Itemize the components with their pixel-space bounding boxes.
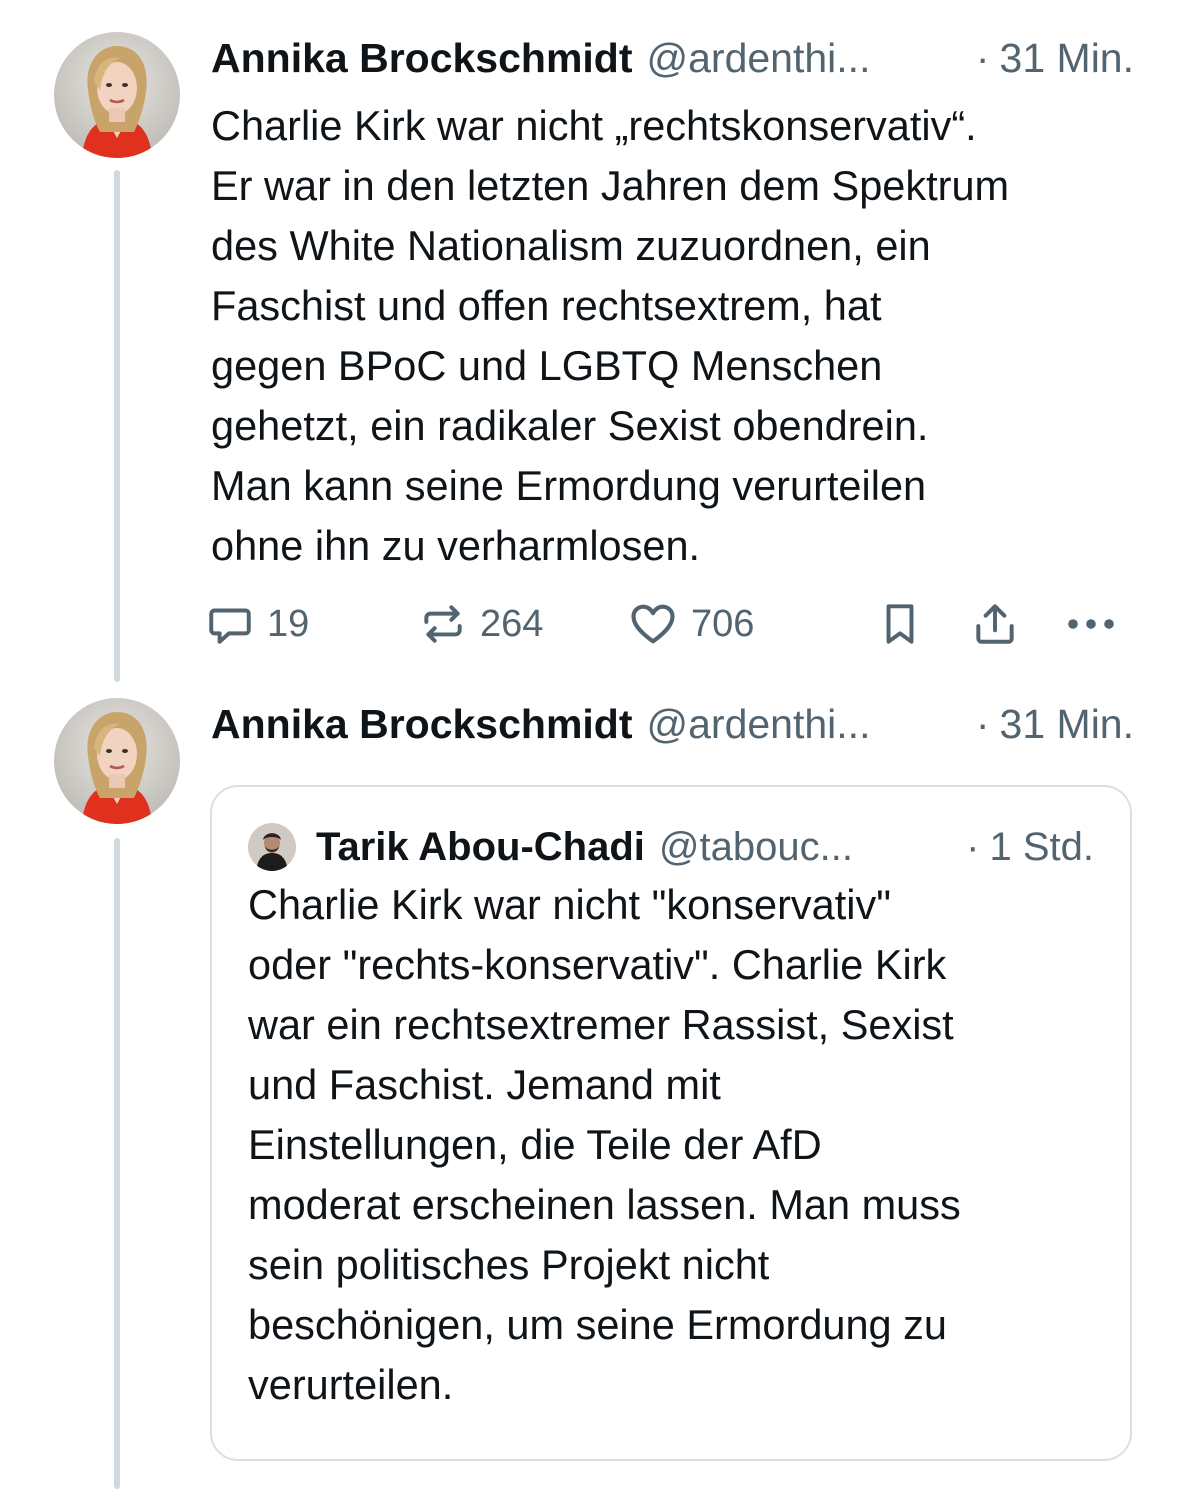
bookmark-button[interactable] xyxy=(875,596,925,652)
post-text: Charlie Kirk war nicht „rechtskonservati… xyxy=(211,102,1010,569)
repost-icon xyxy=(418,599,468,649)
author-handle[interactable]: @ardenthi... xyxy=(647,701,966,748)
avatar[interactable] xyxy=(54,698,180,824)
reply-button[interactable]: 19 xyxy=(205,596,309,652)
more-icon xyxy=(1063,599,1119,649)
like-button[interactable]: 706 xyxy=(627,596,754,652)
share-icon xyxy=(970,599,1020,649)
author-name[interactable]: Annika Brockschmidt xyxy=(211,35,633,82)
post-timestamp[interactable]: 31 Min. xyxy=(1000,35,1134,82)
repost-count: 264 xyxy=(480,602,544,645)
repost-button[interactable]: 264 xyxy=(418,596,543,652)
quoted-header-separator: · xyxy=(966,824,980,869)
share-button[interactable] xyxy=(970,596,1020,652)
quoted-author-avatar[interactable] xyxy=(248,823,296,871)
avatar-portrait-icon xyxy=(248,823,296,871)
reply-count: 19 xyxy=(267,602,310,645)
avatar-portrait-icon xyxy=(54,32,180,158)
avatar[interactable] xyxy=(54,32,180,158)
quoted-post-card[interactable]: Tarik Abou-Chadi @tabouc... · 1 Std. Cha… xyxy=(210,785,1132,1461)
avatar-portrait-icon xyxy=(54,698,180,824)
heart-icon xyxy=(627,598,679,650)
quoted-post-header: Tarik Abou-Chadi @tabouc... · 1 Std. xyxy=(248,819,1094,875)
bookmark-icon xyxy=(875,599,925,649)
like-count: 706 xyxy=(691,602,755,645)
post-actions: 19 264 706 xyxy=(205,596,1135,652)
quoted-author-handle[interactable]: @tabouc... xyxy=(659,825,956,870)
author-name[interactable]: Annika Brockschmidt xyxy=(211,701,633,748)
quoted-post-timestamp[interactable]: 1 Std. xyxy=(989,825,1094,870)
author-handle[interactable]: @ardenthi... xyxy=(647,35,966,82)
post-timestamp[interactable]: 31 Min. xyxy=(1000,701,1134,748)
post-header: Annika Brockschmidt @ardenthi... · 31 Mi… xyxy=(211,694,1134,754)
more-options-button[interactable] xyxy=(1063,596,1119,652)
header-separator: · xyxy=(975,700,990,747)
quoted-post-text: Charlie Kirk war nicht "konservativ" ode… xyxy=(248,881,961,1408)
header-separator: · xyxy=(975,34,990,81)
thread-connector-line-1 xyxy=(114,170,120,682)
reply-icon xyxy=(205,599,255,649)
post-header: Annika Brockschmidt @ardenthi... · 31 Mi… xyxy=(211,28,1134,88)
quoted-author-name[interactable]: Tarik Abou-Chadi xyxy=(316,825,645,870)
thread-connector-line-2 xyxy=(114,838,120,1489)
